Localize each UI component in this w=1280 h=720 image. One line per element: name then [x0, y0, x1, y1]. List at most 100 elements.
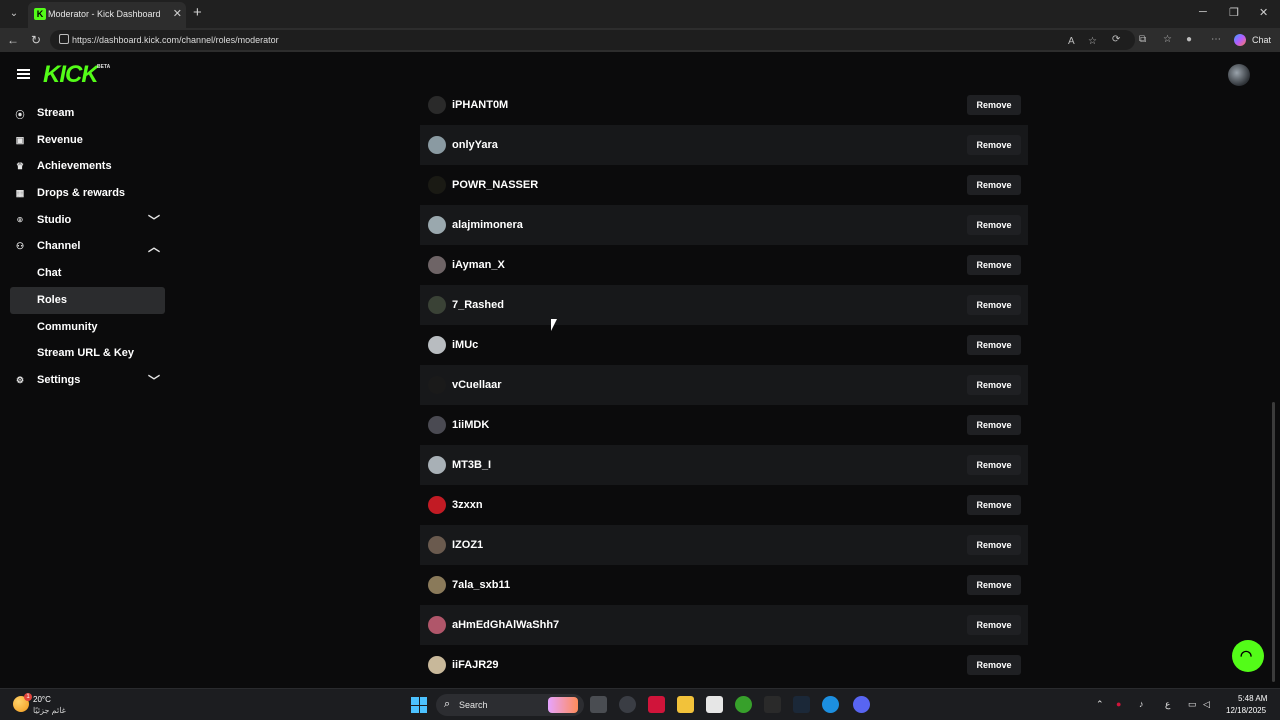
url-field[interactable]: https://dashboard.kick.com/channel/roles…	[50, 30, 1135, 50]
window-close-icon[interactable]: ✕	[1259, 6, 1268, 19]
avatar[interactable]	[428, 376, 446, 394]
game-app-icon[interactable]	[648, 696, 665, 713]
moderator-username[interactable]: 3zxxn	[452, 499, 483, 511]
chevron-down-icon[interactable]: ﹀	[148, 212, 160, 229]
remove-moderator-button[interactable]: Remove	[967, 215, 1021, 235]
refresh-icon[interactable]: ↻	[31, 33, 41, 47]
avatar[interactable]	[428, 416, 446, 434]
favorites-icon[interactable]: ☆	[1163, 34, 1172, 45]
moderator-username[interactable]: 7_Rashed	[452, 299, 504, 311]
clock-time[interactable]: 5:48 AM	[1238, 694, 1267, 703]
user-avatar[interactable]	[1228, 64, 1250, 86]
avatar[interactable]	[428, 256, 446, 274]
task-view-icon[interactable]	[590, 696, 607, 713]
remove-moderator-button[interactable]: Remove	[967, 375, 1021, 395]
taskbar-search[interactable]: ⌕ Search	[436, 694, 584, 716]
chrome-app-icon[interactable]	[619, 696, 636, 713]
remove-moderator-button[interactable]: Remove	[967, 535, 1021, 555]
remove-moderator-button[interactable]: Remove	[967, 335, 1021, 355]
edge-browser-icon[interactable]	[822, 696, 839, 713]
sidebar-item-channel[interactable]: ⚇ Channel ︿	[10, 233, 165, 260]
avatar[interactable]	[428, 576, 446, 594]
moderator-username[interactable]: alajmimonera	[452, 219, 523, 231]
sidebar-item-settings[interactable]: ⚙ Settings ﹀	[10, 367, 165, 394]
moderator-username[interactable]: onlyYara	[452, 139, 498, 151]
sidebar-item-stream[interactable]: ⦿ Stream	[10, 100, 165, 127]
read-aloud-icon[interactable]: A	[1068, 36, 1075, 47]
remove-moderator-button[interactable]: Remove	[967, 615, 1021, 635]
more-menu-icon[interactable]: ⋯	[1211, 34, 1221, 45]
help-chat-button[interactable]: ◠	[1232, 640, 1264, 672]
sidebar-item-achievements[interactable]: ♛ Achievements	[10, 153, 165, 180]
sidebar-item-stream-url-key[interactable]: Stream URL & Key	[10, 340, 165, 367]
scrollbar-thumb[interactable]	[1272, 402, 1275, 682]
avatar[interactable]	[428, 336, 446, 354]
hamburger-menu-icon[interactable]	[17, 69, 30, 79]
avatar[interactable]	[428, 496, 446, 514]
store-app-icon[interactable]	[706, 696, 723, 713]
moderator-username[interactable]: vCuellaar	[452, 379, 502, 391]
tray-app-icon[interactable]: ●	[1116, 699, 1121, 709]
volume-icon[interactable]: ◁	[1203, 699, 1210, 710]
tab-list-chevron-icon[interactable]: ⌄	[6, 6, 22, 22]
scrollbar[interactable]	[1270, 52, 1278, 688]
moderator-username[interactable]: POWR_NASSER	[452, 179, 538, 191]
clock-date[interactable]: 12/18/2025	[1226, 706, 1266, 715]
avatar[interactable]	[428, 536, 446, 554]
moderator-username[interactable]: iiFAJR29	[452, 659, 498, 671]
remove-moderator-button[interactable]: Remove	[967, 455, 1021, 475]
xbox-app-icon[interactable]	[735, 696, 752, 713]
browser-tab[interactable]: K Moderator - Kick Dashboard ✕	[28, 2, 186, 28]
kick-logo[interactable]: KICK	[43, 61, 99, 89]
restore-icon[interactable]: ❐	[1229, 6, 1239, 19]
split-screen-icon[interactable]: ⧉	[1139, 34, 1146, 45]
moderator-username[interactable]: iAyman_X	[452, 259, 505, 271]
copilot-chat-button[interactable]: Chat	[1230, 31, 1276, 49]
windows-start-icon[interactable]	[411, 697, 427, 713]
moderator-username[interactable]: 1iiMDK	[452, 419, 489, 431]
new-tab-plus-icon[interactable]: +	[193, 4, 202, 21]
network-icon[interactable]: ▭	[1188, 699, 1197, 710]
remove-moderator-button[interactable]: Remove	[967, 135, 1021, 155]
minimize-icon[interactable]: ─	[1199, 6, 1207, 18]
sidebar-item-drops-rewards[interactable]: ▦ Drops & rewards	[10, 180, 165, 207]
language-indicator[interactable]: ع	[1165, 699, 1170, 710]
moderator-username[interactable]: iPHANT0M	[452, 99, 508, 111]
epic-games-icon[interactable]	[764, 696, 781, 713]
remove-moderator-button[interactable]: Remove	[967, 255, 1021, 275]
remove-moderator-button[interactable]: Remove	[967, 95, 1021, 115]
sidebar-item-studio[interactable]: ⌾ Studio ﹀	[10, 207, 165, 234]
sidebar-item-community[interactable]: Community	[10, 314, 165, 341]
remove-moderator-button[interactable]: Remove	[967, 175, 1021, 195]
remove-moderator-button[interactable]: Remove	[967, 415, 1021, 435]
file-explorer-icon[interactable]	[677, 696, 694, 713]
chevron-up-icon[interactable]: ︿	[148, 238, 160, 255]
moderator-username[interactable]: IZOZ1	[452, 539, 483, 551]
browser-profile-icon[interactable]: ●	[1186, 34, 1192, 45]
avatar[interactable]	[428, 456, 446, 474]
remove-moderator-button[interactable]: Remove	[967, 295, 1021, 315]
remove-moderator-button[interactable]: Remove	[967, 495, 1021, 515]
extensions-icon[interactable]: ⟳	[1112, 34, 1120, 45]
avatar[interactable]	[428, 96, 446, 114]
microphone-icon[interactable]: ♪	[1139, 699, 1144, 709]
chevron-down-icon[interactable]: ﹀	[148, 372, 160, 389]
avatar[interactable]	[428, 656, 446, 674]
avatar[interactable]	[428, 136, 446, 154]
site-info-icon[interactable]	[59, 34, 69, 44]
avatar[interactable]	[428, 216, 446, 234]
discord-icon[interactable]	[853, 696, 870, 713]
avatar[interactable]	[428, 296, 446, 314]
remove-moderator-button[interactable]: Remove	[967, 655, 1021, 675]
moderator-username[interactable]: aHmEdGhAlWaShh7	[452, 619, 559, 631]
avatar[interactable]	[428, 176, 446, 194]
sidebar-item-revenue[interactable]: ▣ Revenue	[10, 127, 165, 154]
sidebar-item-chat[interactable]: Chat	[10, 260, 165, 287]
sidebar-item-roles[interactable]: Roles	[10, 286, 165, 314]
favorite-star-icon[interactable]: ☆	[1088, 36, 1097, 47]
remove-moderator-button[interactable]: Remove	[967, 575, 1021, 595]
moderator-username[interactable]: 7ala_sxb11	[452, 579, 510, 591]
avatar[interactable]	[428, 616, 446, 634]
tab-close-icon[interactable]: ✕	[173, 7, 182, 20]
back-arrow-icon[interactable]: ←	[7, 33, 19, 47]
